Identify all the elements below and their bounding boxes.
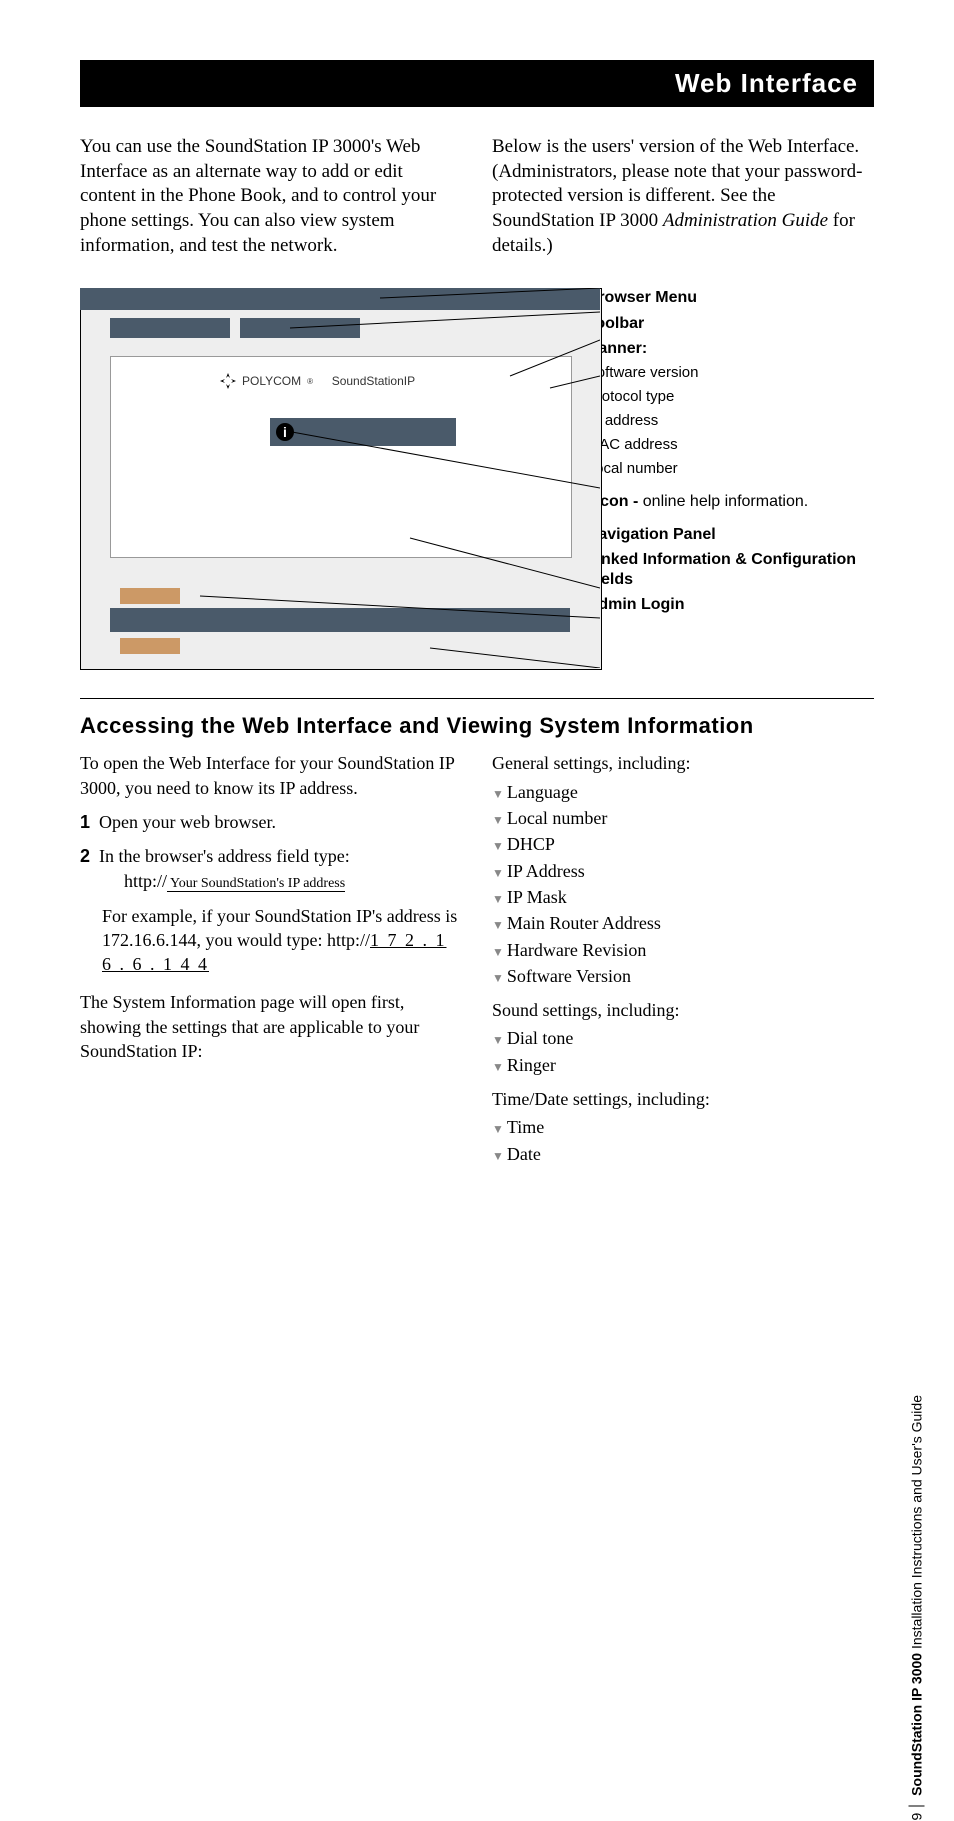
step-1: 1 Open your web browser. [80,810,462,834]
section-heading: Accessing the Web Interface and Viewing … [80,713,874,739]
time-settings-list: Time Date [492,1115,874,1166]
diagram-info-bar: i [270,418,456,446]
section-banner: Web Interface [80,60,874,107]
section-banner-title: Web Interface [675,68,858,98]
intro-columns: You can use the SoundStation IP 3000's W… [80,135,874,258]
intro-left: You can use the SoundStation IP 3000's W… [80,135,462,258]
step-2: 2 In the browser's address field type: h… [80,844,462,893]
divider [80,698,874,699]
info-icon: i [276,423,294,441]
step-2-example: For example, if your SoundStation IP's a… [80,904,462,977]
general-settings-list: Language Local number DHCP IP Address IP… [492,780,874,988]
diagram-brand: POLYCOM® SoundStationIP [220,373,415,389]
sound-settings-list: Dial tone Ringer [492,1026,874,1077]
body-left: To open the Web Interface for your Sound… [80,751,462,1175]
body-right: General settings, including: Language Lo… [492,751,874,1175]
diagram-image: POLYCOM® SoundStationIP i [80,288,547,668]
body-left-p2: The System Information page will open fi… [80,990,462,1063]
side-running-head: 9 SoundStation IP 3000 Installation Inst… [908,1395,924,1821]
polycom-logo-icon [220,373,236,389]
diagram: POLYCOM® SoundStationIP i Browser Men [80,288,874,668]
diagram-labels: Browser Menu Toolbar Banner: Software ve… [587,288,874,620]
intro-right: Below is the users' version of the Web I… [492,135,874,258]
body-columns: To open the Web Interface for your Sound… [80,751,874,1175]
